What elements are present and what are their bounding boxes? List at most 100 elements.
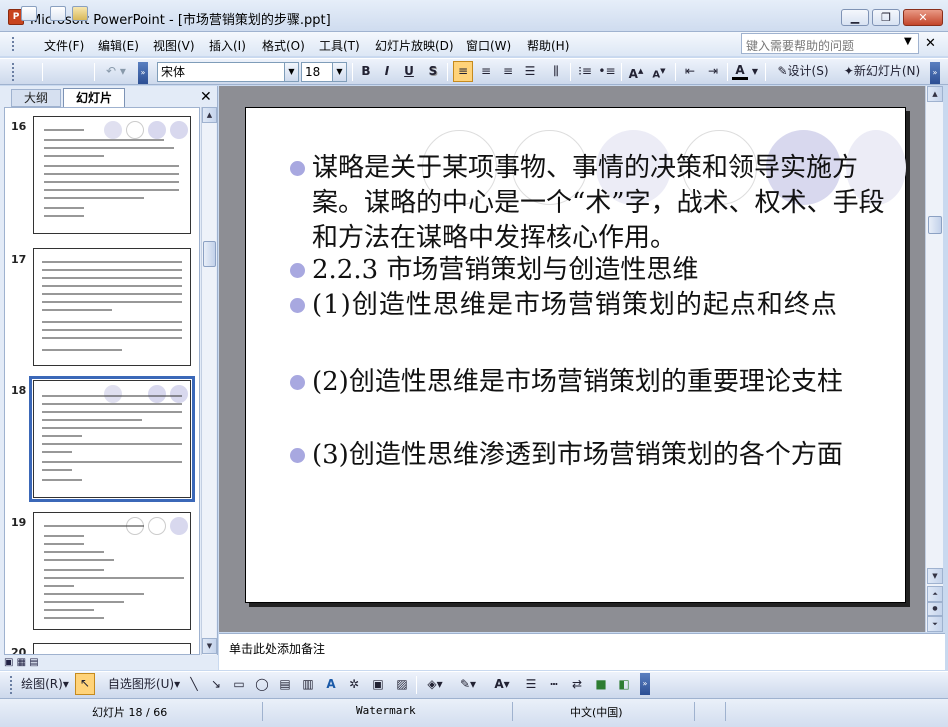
- oval-tool-icon[interactable]: ◯: [253, 675, 271, 694]
- toolbar-grip-icon: [10, 676, 14, 694]
- dash-style-icon[interactable]: ┅: [545, 675, 563, 694]
- paste-icon[interactable]: [72, 6, 88, 21]
- arrow-style-icon[interactable]: ⇄: [568, 675, 586, 694]
- fill-color-icon[interactable]: ◈▾: [422, 675, 448, 694]
- chevron-down-icon[interactable]: ▼: [332, 63, 346, 81]
- chevron-down-icon[interactable]: ▼: [284, 63, 298, 81]
- view-buttons[interactable]: ▣ ▦ ▤: [4, 655, 218, 670]
- next-slide-icon[interactable]: ⏷: [927, 616, 943, 632]
- draw-menu-button[interactable]: 绘图(R)▾: [18, 675, 72, 694]
- scroll-thumb[interactable]: [928, 216, 942, 234]
- menu-format[interactable]: 格式(O): [262, 37, 305, 54]
- status-separator: [512, 702, 513, 721]
- slide-thumbnail-20[interactable]: [33, 643, 191, 654]
- select-pointer-icon[interactable]: ↖: [75, 673, 95, 695]
- grow-font-button[interactable]: A▲: [627, 62, 645, 81]
- align-center-button[interactable]: ≡: [477, 62, 495, 81]
- diagram-icon[interactable]: ✲: [345, 675, 363, 694]
- minimize-button[interactable]: ▁: [841, 9, 869, 26]
- slide-thumbnail-16[interactable]: [33, 116, 191, 234]
- slide-scrollbar[interactable]: ▲ ▼ ⏶ ● ⏷: [925, 86, 943, 632]
- scroll-thumb[interactable]: [203, 241, 216, 267]
- decrease-indent-icon[interactable]: ⇤: [681, 62, 699, 81]
- panel-close-icon[interactable]: ✕: [200, 89, 212, 105]
- document-close-button[interactable]: ✕: [925, 36, 936, 51]
- bullet-item[interactable]: 2.2.3 市场营销策划与创造性思维: [290, 253, 900, 289]
- picture-icon[interactable]: ▨: [393, 675, 411, 694]
- arrow-tool-icon[interactable]: ↘: [208, 675, 224, 694]
- thumbnail-number: 18: [11, 384, 27, 397]
- previous-slide-icon[interactable]: ⏶: [927, 586, 943, 602]
- justify-button[interactable]: ☰: [521, 62, 539, 81]
- toolbar-options-icon[interactable]: »: [640, 673, 650, 695]
- thumbnail-scrollbar[interactable]: ▲ ▼: [201, 107, 217, 655]
- line-style-icon[interactable]: ☰: [522, 675, 540, 694]
- slide-canvas[interactable]: 谋略是关于某项事物、事情的决策和领导实施方案。谋略的中心是一个“术”字，战术、权…: [245, 107, 906, 603]
- scroll-down-icon[interactable]: ▼: [202, 638, 217, 654]
- close-button[interactable]: ✕: [903, 9, 943, 26]
- chevron-down-icon[interactable]: ▼: [750, 62, 760, 81]
- help-dropdown-icon[interactable]: ▼: [904, 36, 912, 47]
- tab-outline[interactable]: 大纲: [11, 89, 61, 107]
- copy-icon[interactable]: [50, 6, 66, 21]
- menu-view[interactable]: 视图(V): [153, 37, 195, 54]
- restore-button[interactable]: ❐: [872, 9, 900, 26]
- scroll-down-icon[interactable]: ▼: [927, 568, 943, 584]
- numbered-list-icon[interactable]: ⁝≡: [576, 62, 594, 81]
- wordart-icon[interactable]: A: [322, 675, 340, 694]
- shadow-style-icon[interactable]: ■: [592, 675, 610, 694]
- menu-edit[interactable]: 编辑(E): [98, 37, 139, 54]
- slide-thumbnail-19[interactable]: [33, 512, 191, 630]
- scroll-up-icon[interactable]: ▲: [202, 107, 217, 123]
- toolbar-options-icon[interactable]: »: [930, 62, 940, 84]
- font-name-select[interactable]: 宋体 ▼: [157, 62, 299, 82]
- menu-tools[interactable]: 工具(T): [319, 37, 360, 54]
- bullet-text: (2)创造性思维是市场营销策划的重要理论支柱: [312, 367, 843, 397]
- align-left-button[interactable]: ≡: [453, 61, 473, 82]
- autoshapes-button[interactable]: 自选图形(U)▾: [104, 675, 184, 694]
- undo-icon[interactable]: ↶ ▾: [101, 62, 131, 81]
- align-right-button[interactable]: ≡: [499, 62, 517, 81]
- toolbar-separator: [416, 676, 417, 694]
- 3d-style-icon[interactable]: ◧: [615, 675, 633, 694]
- scroll-up-icon[interactable]: ▲: [927, 86, 943, 102]
- slide-thumbnail-17[interactable]: [33, 248, 191, 366]
- font-size-select[interactable]: 18 ▼: [301, 62, 347, 82]
- clipart-icon[interactable]: ▣: [369, 675, 387, 694]
- slide-thumbnail-18[interactable]: [29, 376, 195, 502]
- bullet-item[interactable]: (3)创造性思维渗透到市场营销策划的各个方面: [290, 438, 900, 510]
- bullet-item[interactable]: (1)创造性思维是市场营销策划的起点和终点: [290, 288, 900, 360]
- distribute-icon[interactable]: ⫼: [546, 62, 566, 81]
- font-color-button[interactable]: A: [732, 61, 748, 80]
- bold-button[interactable]: B: [359, 62, 373, 81]
- new-slide-button[interactable]: ✦新幻灯片(N): [838, 62, 926, 81]
- bullet-item[interactable]: 谋略是关于某项事物、事情的决策和领导实施方案。谋略的中心是一个“术”字，战术、权…: [290, 151, 900, 261]
- notes-placeholder[interactable]: 单击此处添加备注: [229, 640, 325, 657]
- menu-file[interactable]: 文件(F): [44, 37, 84, 54]
- shrink-font-button[interactable]: A▼: [650, 62, 668, 81]
- menu-slideshow[interactable]: 幻灯片放映(D): [375, 37, 454, 54]
- line-color-icon[interactable]: ✎▾: [455, 675, 481, 694]
- menu-window[interactable]: 窗口(W): [466, 37, 511, 54]
- bulleted-list-icon[interactable]: •≡: [598, 62, 616, 81]
- toolbar-options-icon[interactable]: »: [138, 62, 148, 84]
- line-tool-icon[interactable]: ╲: [186, 675, 202, 694]
- rectangle-tool-icon[interactable]: ▭: [230, 675, 248, 694]
- vertical-textbox-icon[interactable]: ▥: [299, 675, 317, 694]
- shadow-button[interactable]: S: [426, 62, 440, 81]
- tab-slides[interactable]: 幻灯片: [63, 88, 125, 107]
- menu-insert[interactable]: 插入(I): [209, 37, 246, 54]
- italic-button[interactable]: I: [380, 62, 394, 81]
- increase-indent-icon[interactable]: ⇥: [704, 62, 722, 81]
- help-search-input[interactable]: 键入需要帮助的问题: [741, 33, 919, 54]
- draw-font-color-icon[interactable]: A▾: [489, 675, 515, 694]
- bullet-item[interactable]: (2)创造性思维是市场营销策划的重要理论支柱: [290, 365, 900, 437]
- select-browse-icon[interactable]: ●: [927, 602, 943, 616]
- design-button[interactable]: ✎设计(S): [772, 62, 834, 81]
- underline-button[interactable]: U: [402, 62, 416, 81]
- textbox-tool-icon[interactable]: ▤: [276, 675, 294, 694]
- notes-pane[interactable]: [219, 633, 945, 670]
- menu-help[interactable]: 帮助(H): [527, 37, 569, 54]
- new-document-icon[interactable]: [21, 6, 37, 21]
- toolbar-separator: [675, 63, 676, 81]
